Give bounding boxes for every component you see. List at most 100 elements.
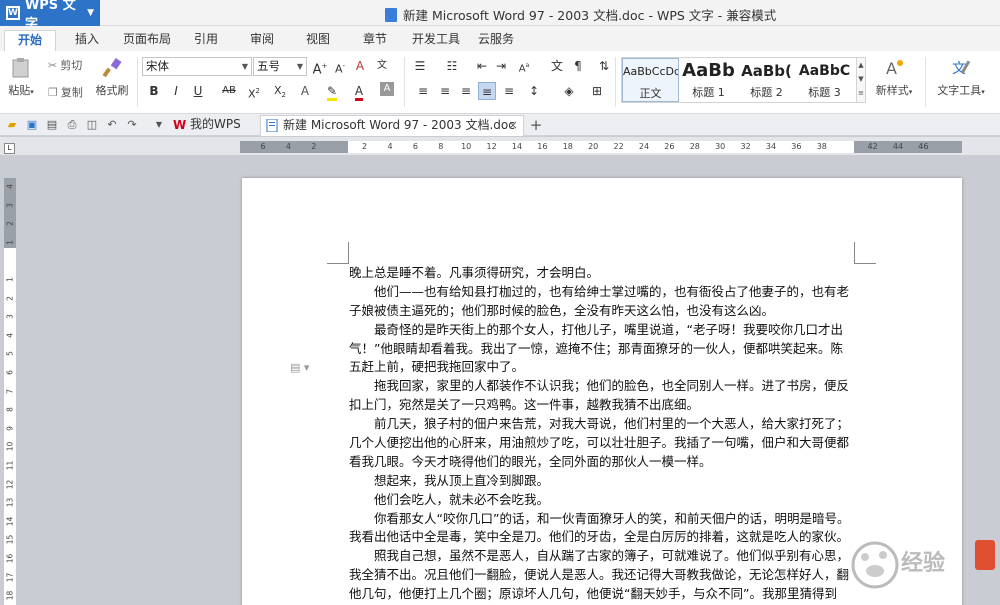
font-size-select[interactable]: 五号 ▼ <box>253 57 307 76</box>
tab-review[interactable]: 审阅 <box>242 30 282 51</box>
vertical-ruler[interactable]: 432112345678910111213141516171819 <box>4 178 16 605</box>
text-effect-icon[interactable]: A <box>296 82 314 100</box>
gallery-scroll[interactable]: ▲ ▼ ≡ <box>856 57 866 103</box>
increase-indent-icon[interactable]: ⇥ <box>492 57 510 75</box>
preview-icon[interactable]: ◫ <box>85 118 99 132</box>
print-preview-icon[interactable]: ▤ <box>45 118 59 132</box>
app-menu-button[interactable]: W WPS 文字 ▼ <box>0 0 100 32</box>
quick-access-bar: ▰ ▣ ▤ ⎙ ◫ ↶ ↷ ▼ W 我的WPS 新建 Microsoft Wor… <box>0 114 1000 136</box>
redo-icon[interactable]: ↷ <box>125 118 139 132</box>
ruler-tick: 2 <box>5 295 15 301</box>
strikethrough-icon[interactable]: AB <box>217 82 241 100</box>
justify-icon[interactable]: ≡ <box>478 82 496 100</box>
text-line: 扣上门，宛然是关了一只鸡鸭。这一件事，越教我猜不出底细。 <box>349 397 700 413</box>
undo-icon[interactable]: ↶ <box>105 118 119 132</box>
divider <box>925 57 926 107</box>
format-painter-button[interactable]: 格式刷 <box>94 57 130 98</box>
phonetic-icon[interactable]: 文 <box>373 57 391 75</box>
font-name-select[interactable]: 宋体 ▼ <box>142 57 252 76</box>
bold-icon[interactable]: B <box>145 82 163 100</box>
style-heading-3[interactable]: AaBbC 标题 3 <box>796 58 853 102</box>
bullet-list-icon[interactable]: ☰ <box>411 57 429 75</box>
border-icon[interactable]: ⊞ <box>588 82 606 100</box>
tab-insert[interactable]: 插入 <box>66 30 108 51</box>
font-color-icon[interactable]: A <box>350 82 368 101</box>
tab-current-document[interactable]: 新建 Microsoft Word 97 - 2003 文档.doc × <box>260 115 524 136</box>
shading-icon[interactable]: ◈ <box>560 82 578 100</box>
highlight-icon[interactable]: ✎ <box>323 82 341 101</box>
ruler-tick: 5 <box>5 351 15 357</box>
text-line: 最奇怪的是昨天街上的那个女人，打他儿子，嘴里说道，“老子呀！我要咬你几口才出 <box>349 321 843 337</box>
tab-cloud[interactable]: 云服务 <box>474 30 518 51</box>
ruler-tick: 6 <box>260 142 266 151</box>
text-line: 他们会吃人，就未必不会吃我。 <box>349 491 550 507</box>
align-center-icon[interactable]: ≡ <box>436 82 454 100</box>
ruler-tick: 1 <box>5 277 15 282</box>
paste-label: 粘贴 <box>8 84 31 97</box>
ruler-tick: 8 <box>5 407 15 413</box>
close-icon[interactable]: × <box>508 116 518 135</box>
ruler-tick: 24 <box>638 142 650 151</box>
paragraph-options-icon[interactable]: ▤ ▾ <box>290 361 309 374</box>
clear-format-icon[interactable]: A <box>351 57 369 75</box>
style-normal[interactable]: AaBbCcDd 正文 <box>622 58 679 102</box>
copy-label: 复制 <box>60 86 83 99</box>
copy-button[interactable]: ❐ 复制 <box>48 84 83 100</box>
chevron-down-icon[interactable]: ▼ <box>152 118 166 132</box>
underline-icon[interactable]: U <box>189 82 207 100</box>
new-style-button[interactable]: A 新样式▾ <box>872 57 916 98</box>
align-right-icon[interactable]: ≡ <box>457 82 475 100</box>
save-icon[interactable]: ▣ <box>25 118 39 132</box>
decrease-indent-icon[interactable]: ⇤ <box>473 57 491 75</box>
ribbon-tabs: 开始 插入 页面布局 引用 审阅 视图 章节 开发工具 云服务 <box>0 26 1000 51</box>
print-icon[interactable]: ⎙ <box>65 118 79 132</box>
align-left-icon[interactable]: ≡ <box>414 82 432 100</box>
crop-mark <box>327 242 349 264</box>
tab-view[interactable]: 视图 <box>298 30 338 51</box>
tab-stop-selector[interactable]: L <box>4 143 15 154</box>
line-spacing-icon[interactable]: ↕ <box>525 82 543 100</box>
superscript-icon[interactable]: X2 <box>245 82 263 101</box>
distribute-icon[interactable]: ≡ <box>500 82 518 100</box>
subscript-icon[interactable]: X2 <box>271 82 289 100</box>
tab-my-wps[interactable]: W 我的WPS <box>168 115 260 136</box>
font-name-value: 宋体 <box>146 59 169 73</box>
tab-developer[interactable]: 开发工具 <box>408 30 464 51</box>
open-folder-icon[interactable]: ▰ <box>5 118 19 132</box>
style-sample: AaBbCcDd <box>623 65 678 78</box>
sort-icon[interactable]: ⇅ <box>595 57 613 75</box>
show-marks-icon[interactable]: ¶ <box>569 57 587 75</box>
grow-font-icon[interactable]: A+ <box>311 57 329 77</box>
text-tools-button[interactable]: 文 文字工具▾ <box>932 57 990 98</box>
divider <box>137 57 138 107</box>
text-line: 想起来，我从顶上直冷到脚跟。 <box>349 472 550 488</box>
new-style-label: 新样式 <box>875 84 909 97</box>
window-title-text: 新建 Microsoft Word 97 - 2003 文档.doc - WPS… <box>403 8 777 23</box>
char-shading-icon[interactable]: A <box>380 82 394 96</box>
change-case-icon[interactable]: Aa <box>515 57 533 75</box>
text-line: 晚上总是睡不着。凡事须得研究，才会明白。 <box>349 265 600 280</box>
style-heading-1[interactable]: AaBb 标题 1 <box>680 58 737 102</box>
ruler-tick: 34 <box>765 142 777 151</box>
document-body[interactable]: 晚上总是睡不着。凡事须得研究，才会明白。 他们——也有给知县打枷过的，也有给绅士… <box>349 264 855 604</box>
tab-chapter[interactable]: 章节 <box>355 30 395 51</box>
style-gallery: AaBbCcDd 正文 AaBb 标题 1 AaBb( 标题 2 AaBbC 标… <box>621 57 857 103</box>
tab-page-layout[interactable]: 页面布局 <box>118 30 176 51</box>
numbered-list-icon[interactable]: ☷ <box>443 57 461 75</box>
new-tab-icon[interactable]: + <box>529 118 543 133</box>
svg-text:A: A <box>886 59 897 78</box>
tab-references[interactable]: 引用 <box>186 30 226 51</box>
ruler-tick: 30 <box>715 142 726 151</box>
text-tools-icon: 文 <box>950 57 972 79</box>
ruler-tick: 18 <box>5 590 15 601</box>
italic-icon[interactable]: I <box>167 82 185 100</box>
cut-button[interactable]: ✂ 剪切 <box>48 57 82 73</box>
shrink-font-icon[interactable]: A- <box>331 57 349 76</box>
style-heading-2[interactable]: AaBb( 标题 2 <box>738 58 795 102</box>
tab-home[interactable]: 开始 <box>4 30 56 51</box>
text-line: 照我自己想，虽然不是恶人，自从踹了古家的簿子，可就难说了。他们似乎别有心思， <box>349 548 850 564</box>
horizontal-ruler[interactable]: 6 4 2 2 4 6 8 10 12 14 16 18 20 22 24 26 28 30 32 34 36 38 42 4… <box>240 141 962 153</box>
paste-button[interactable]: 粘贴▾ <box>6 57 36 98</box>
chinese-layout-icon[interactable]: 文 <box>548 57 566 75</box>
wps-logo-icon: W <box>6 6 20 20</box>
